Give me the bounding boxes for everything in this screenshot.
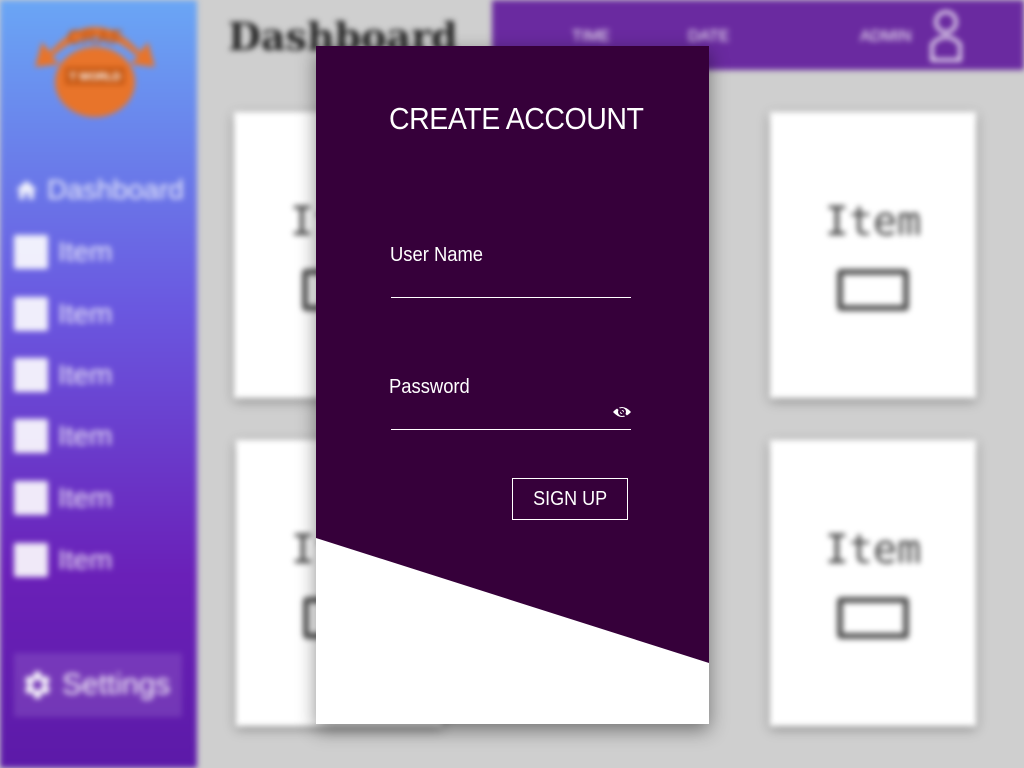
- gear-icon: [24, 671, 51, 699]
- settings-label: Settings: [62, 668, 171, 701]
- sidebar-item-label: Item: [58, 420, 113, 451]
- modal-decoration: [316, 538, 709, 724]
- dashboard-card[interactable]: Item: [770, 440, 976, 726]
- show-password-icon[interactable]: [612, 403, 632, 421]
- card-button[interactable]: [837, 597, 909, 639]
- topbar-link-time[interactable]: TIME: [572, 28, 610, 46]
- square-icon: [14, 543, 48, 577]
- sidebar-item-label: Item: [58, 359, 113, 390]
- username-label: User Name: [390, 244, 484, 266]
- topbar-user-label[interactable]: ADMIN: [860, 28, 912, 46]
- sidebar-item-label: Item: [58, 544, 113, 575]
- signup-button-label: SIGN UP: [532, 487, 608, 510]
- sidebar-item-label: Item: [58, 236, 113, 267]
- svg-text:T WORLD: T WORLD: [69, 71, 120, 83]
- card-button[interactable]: [837, 269, 909, 311]
- modal-title: CREATE ACCOUNT: [389, 101, 644, 136]
- dashboard-card[interactable]: Item: [770, 112, 976, 398]
- username-input[interactable]: [391, 268, 631, 298]
- sidebar-item-dashboard[interactable]: Dashboard: [14, 170, 184, 210]
- sidebar-item[interactable]: Item: [14, 232, 184, 272]
- sidebar-item[interactable]: Item: [14, 355, 184, 395]
- square-icon: [14, 419, 48, 453]
- sidebar-item-settings[interactable]: Settings: [14, 653, 182, 717]
- sidebar-item[interactable]: Item: [14, 478, 184, 518]
- password-label: Password: [389, 376, 470, 398]
- sidebar-item-label: Dashboard: [47, 174, 184, 205]
- sidebar-item[interactable]: Item: [14, 416, 184, 456]
- square-icon: [14, 358, 48, 392]
- svg-text:CRAF: CRAF: [67, 27, 123, 49]
- card-label: Item: [824, 527, 922, 573]
- sidebar-item-label: Item: [58, 482, 113, 513]
- sidebar: CRAF T WORLD Dashboard Item Item Item It…: [0, 0, 197, 768]
- signup-button[interactable]: SIGN UP: [512, 478, 628, 520]
- create-account-modal: CREATE ACCOUNT User Name Password SIGN U…: [316, 46, 709, 724]
- topbar-link-date[interactable]: DATE: [688, 28, 729, 46]
- square-icon: [14, 481, 48, 515]
- sidebar-item[interactable]: Item: [14, 294, 184, 334]
- logo: CRAF T WORLD: [35, 27, 155, 117]
- sidebar-item-label: Item: [58, 298, 113, 329]
- square-icon: [14, 297, 48, 331]
- card-label: Item: [824, 199, 922, 245]
- home-icon: [16, 180, 37, 200]
- sidebar-item[interactable]: Item: [14, 540, 184, 580]
- square-icon: [14, 235, 48, 269]
- user-icon[interactable]: [928, 6, 964, 62]
- password-input[interactable]: [391, 400, 631, 430]
